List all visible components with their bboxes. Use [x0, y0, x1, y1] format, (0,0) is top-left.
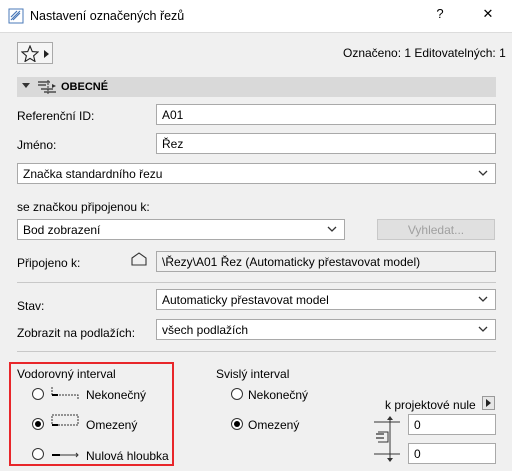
linked-marker-select[interactable]: Bod zobrazení	[17, 219, 345, 240]
infinite-range-icon	[51, 387, 79, 400]
home-icon	[131, 252, 147, 266]
section-header-general[interactable]: OBECNÉ	[17, 77, 496, 97]
horizontal-option-label: Omezený	[86, 418, 138, 432]
divider	[17, 282, 496, 283]
horizontal-range-title: Vodorovný interval	[17, 367, 116, 381]
triangle-right-icon	[486, 399, 491, 407]
radio-vertical-limited[interactable]	[231, 418, 243, 430]
selection-info: Označeno: 1 Editovatelných: 1	[343, 46, 506, 60]
browse-button[interactable]: Vyhledat...	[377, 219, 495, 240]
ref-id-label: Referenční ID:	[17, 109, 95, 123]
reference-level-label: k projektové nule	[385, 398, 476, 412]
chevron-down-icon	[478, 326, 488, 332]
horizontal-option-label: Nulová hloubka	[86, 449, 169, 463]
radio-horizontal-zero-depth[interactable]	[32, 448, 44, 460]
favorites-button[interactable]	[17, 42, 53, 64]
vertical-option-label: Omezený	[248, 418, 300, 432]
star-icon	[21, 45, 39, 62]
show-on-floors-value: všech podlažích	[162, 323, 249, 337]
zero-depth-icon	[52, 452, 79, 458]
chevron-down-icon	[327, 226, 337, 232]
show-on-floors-select[interactable]: všech podlažích	[156, 319, 496, 340]
section-title: OBECNÉ	[61, 81, 109, 93]
status-label: Stav:	[17, 299, 45, 313]
horizontal-option-label: Nekonečný	[86, 388, 147, 402]
triangle-down-icon	[22, 83, 30, 88]
status-select[interactable]: Automaticky přestavovat model	[156, 289, 496, 310]
triangle-right-icon	[44, 50, 49, 58]
limited-range-icon	[51, 414, 79, 426]
status-value: Automaticky přestavovat model	[162, 293, 329, 307]
help-button[interactable]: ?	[430, 6, 450, 21]
reference-level-button[interactable]	[482, 396, 495, 410]
divider	[17, 351, 496, 352]
name-input[interactable]: Řez	[156, 133, 496, 154]
chevron-down-icon	[478, 296, 488, 302]
marker-type-value: Značka standardního řezu	[23, 167, 163, 181]
name-label: Jméno:	[17, 138, 57, 152]
vertical-range-icon	[374, 416, 400, 462]
app-icon	[8, 8, 24, 24]
window-title: Nastavení označených řezů	[30, 9, 185, 23]
vertical-top-input[interactable]: 0	[408, 414, 496, 435]
linked-to-field: \Řezy\A01 Řez (Automaticky přestavovat m…	[156, 251, 496, 272]
marker-type-select[interactable]: Značka standardního řezu	[17, 163, 496, 184]
radio-horizontal-limited[interactable]	[32, 418, 44, 430]
radio-vertical-infinite[interactable]	[231, 388, 243, 400]
ref-id-input[interactable]: A01	[156, 104, 496, 125]
radio-horizontal-infinite[interactable]	[32, 388, 44, 400]
vertical-bottom-input[interactable]: 0	[408, 443, 496, 464]
vertical-option-label: Nekonečný	[248, 388, 309, 402]
title-bar: Nastavení označených řezů ? ✕	[0, 0, 512, 33]
chevron-down-icon	[478, 170, 488, 176]
linked-marker-value: Bod zobrazení	[23, 223, 101, 237]
section-icon	[38, 80, 56, 94]
close-button[interactable]: ✕	[478, 6, 498, 22]
vertical-range-title: Svislý interval	[216, 367, 290, 381]
linked-marker-label: se značkou připojenou k:	[17, 200, 150, 214]
show-on-floors-label: Zobrazit na podlažích:	[17, 326, 136, 340]
linked-to-label: Připojeno k:	[17, 256, 81, 270]
